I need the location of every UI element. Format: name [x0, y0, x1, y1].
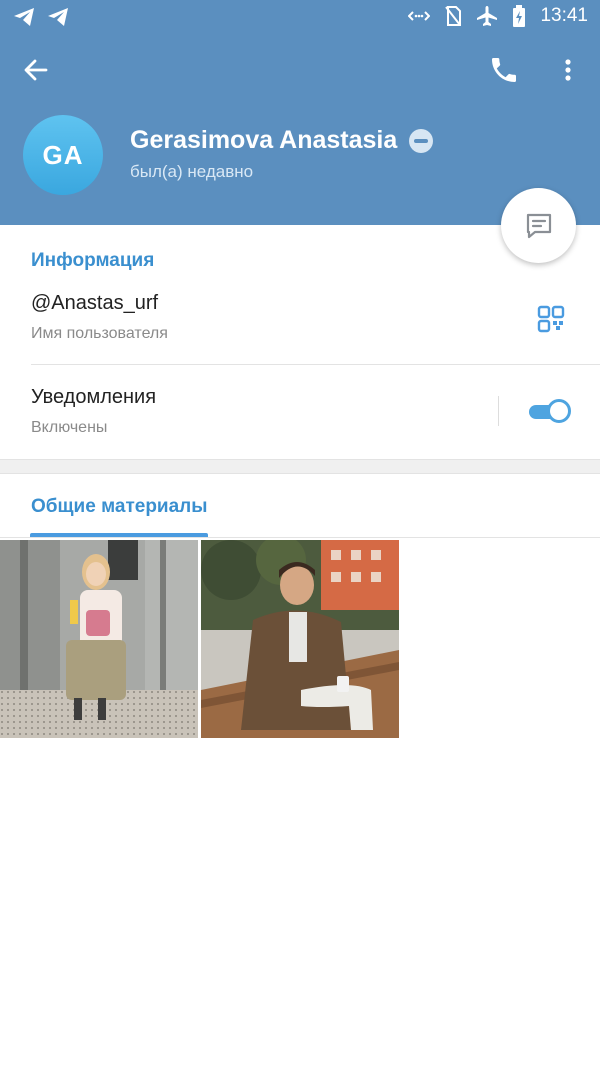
- notifications-toggle[interactable]: [527, 399, 571, 423]
- vertical-separator: [498, 396, 499, 426]
- shared-photo[interactable]: [201, 540, 399, 738]
- toggle-knob: [547, 399, 571, 423]
- airplane-mode-icon: [476, 5, 498, 27]
- last-seen-status: был(а) недавно: [130, 162, 254, 181]
- notifications-state: Включены: [31, 419, 108, 436]
- clock: 13:41: [540, 5, 588, 26]
- qr-code-icon: [537, 305, 565, 333]
- username-value[interactable]: @Anastas_urf: [31, 292, 158, 315]
- more-options-button[interactable]: [556, 56, 580, 84]
- call-button[interactable]: [488, 54, 520, 86]
- tab-underline: [0, 537, 600, 538]
- telegram-notification-icon: [12, 6, 36, 28]
- info-section-title: Информация: [31, 250, 155, 271]
- send-message-button[interactable]: [501, 188, 576, 263]
- phone-icon: [492, 58, 516, 82]
- photo-elevator-selfie: [0, 540, 198, 738]
- no-sim-icon: [444, 5, 462, 27]
- username-label: Имя пользователя: [31, 325, 168, 342]
- message-icon: [526, 213, 551, 238]
- section-separator: [0, 459, 600, 474]
- blocked-icon: [409, 128, 434, 153]
- battery-charging-icon: [512, 5, 526, 27]
- more-vertical-icon: [565, 59, 571, 81]
- telegram-notification-icon: [46, 6, 70, 28]
- shared-photo[interactable]: [0, 540, 198, 738]
- photo-man-on-bench: [201, 540, 399, 738]
- arrow-left-icon: [24, 59, 48, 81]
- divider: [31, 364, 600, 365]
- tab-shared-media[interactable]: Общие материалы: [31, 496, 207, 518]
- contact-name: Gerasimova Anastasia: [130, 126, 398, 154]
- notifications-title[interactable]: Уведомления: [31, 386, 156, 409]
- qr-code-button[interactable]: [537, 305, 565, 333]
- avatar[interactable]: GA: [23, 115, 103, 195]
- data-sync-icon: [408, 6, 431, 26]
- back-button[interactable]: [22, 56, 50, 84]
- status-bar: 13:41: [0, 0, 600, 34]
